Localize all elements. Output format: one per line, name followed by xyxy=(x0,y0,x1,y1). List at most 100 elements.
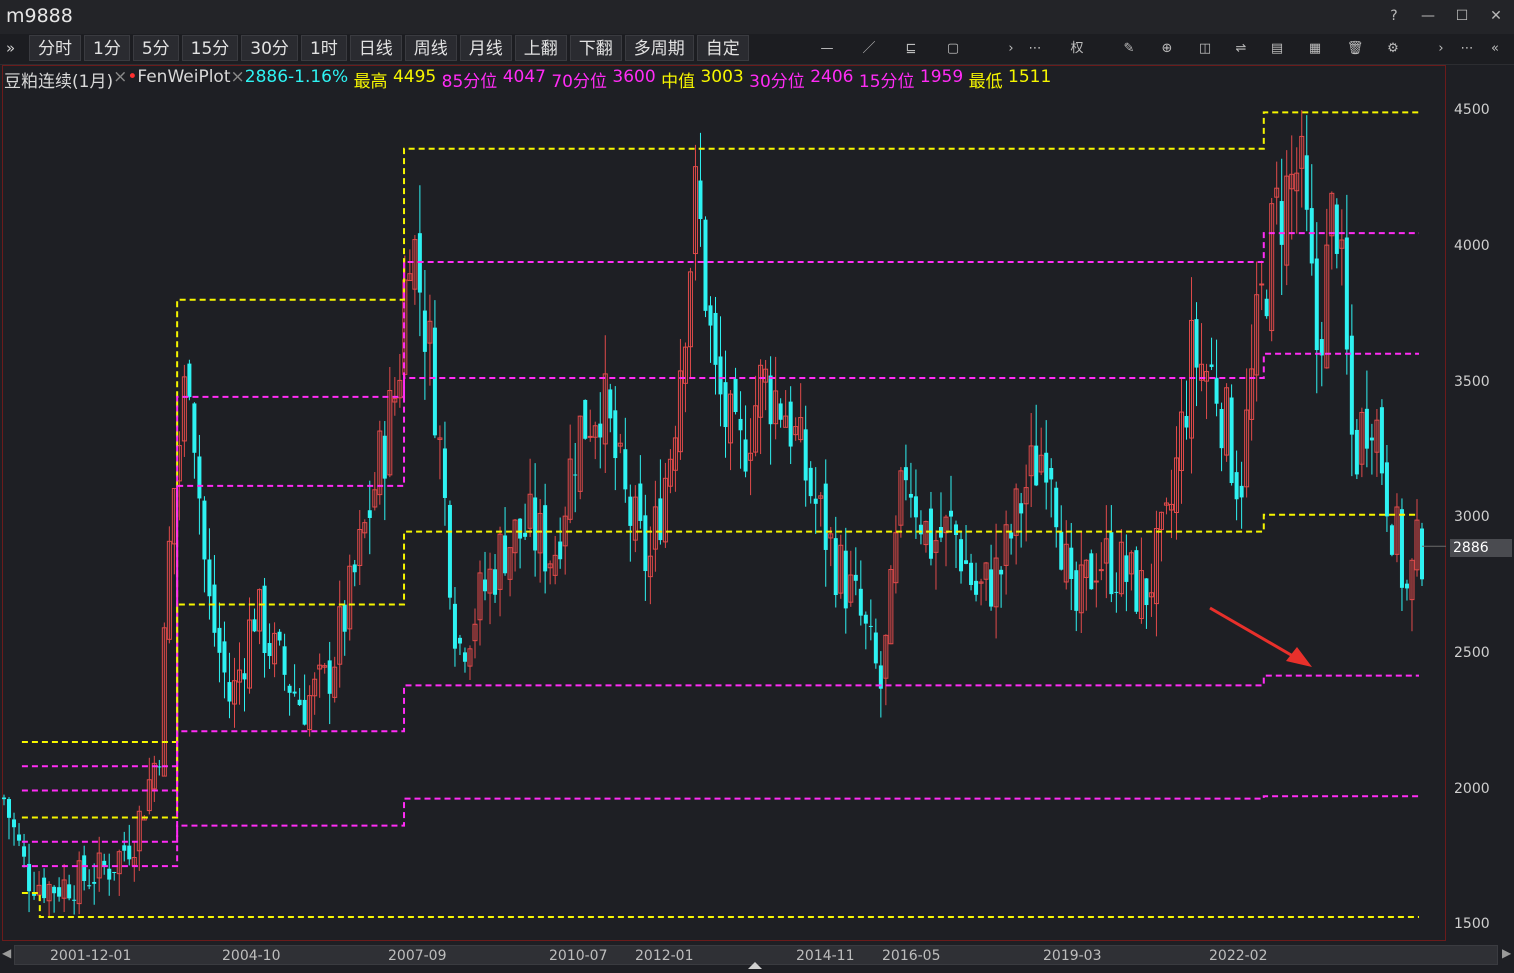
period-button-15min[interactable]: 15分 xyxy=(181,35,239,61)
window-controls: ? — ☐ ✕ xyxy=(1384,6,1506,26)
candle-body-down xyxy=(873,632,878,664)
candle-body-down xyxy=(242,673,247,680)
period-button-1hour[interactable]: 1时 xyxy=(300,35,347,61)
candle-body-down xyxy=(908,493,913,498)
candle-body-up xyxy=(1259,283,1265,286)
candle-body-down xyxy=(192,403,197,453)
close-indicator-icon[interactable]: × xyxy=(231,67,245,89)
candle-body-down xyxy=(1309,208,1314,264)
more-icon[interactable]: ⋯ xyxy=(1456,38,1478,60)
candle-body-down xyxy=(868,625,873,627)
candle-body-down xyxy=(803,429,808,481)
candle-body-down xyxy=(157,766,162,768)
candle-body-down xyxy=(1114,591,1119,593)
calculator-icon[interactable]: ▤ xyxy=(1266,38,1288,60)
candle-body-down xyxy=(1399,509,1404,588)
candle-body-down xyxy=(778,403,783,420)
candle-body-down xyxy=(367,510,372,518)
help-icon[interactable]: ? xyxy=(1384,6,1404,26)
trend-line-icon[interactable]: ／ xyxy=(858,38,880,60)
candle-body-down xyxy=(442,448,447,498)
date-tick: 2019-03 xyxy=(1043,948,1102,964)
candle-body-down xyxy=(1074,570,1079,611)
candlestick-chart[interactable] xyxy=(2,65,1446,941)
period-button-5min[interactable]: 5分 xyxy=(132,35,179,61)
more-icon[interactable]: ⋯ xyxy=(1024,38,1046,60)
candle-body-down xyxy=(573,474,578,476)
chart-legend: 豆粕连续(1月) × • FenWeiPlot × 2886-1.16% 最高 … xyxy=(4,67,1051,92)
instrument-name[interactable]: 豆粕连续(1月) xyxy=(4,67,113,92)
max-label: 最高 xyxy=(353,72,388,92)
period-button-intraday[interactable]: 分时 xyxy=(29,35,81,61)
candle-body-down xyxy=(12,819,17,828)
period-button-daily[interactable]: 日线 xyxy=(349,35,402,61)
custom-period-button[interactable]: 自定 xyxy=(696,35,749,61)
maximize-icon[interactable]: ☐ xyxy=(1452,6,1472,26)
window-title: m9888 xyxy=(6,5,73,27)
median-label: 中值 xyxy=(661,72,696,92)
price-tick: 1500 xyxy=(1454,916,1490,932)
candle-body-down xyxy=(1059,531,1064,570)
percentile-line-最低 xyxy=(21,892,1420,919)
price-axis[interactable]: 4500 4000 3500 3000 2500 2000 1500 xyxy=(1448,65,1514,941)
chevron-right-icon[interactable]: › xyxy=(1000,38,1022,60)
close-instrument-icon[interactable]: × xyxy=(113,67,127,89)
candle-body-down xyxy=(1144,578,1149,606)
candle-body-down xyxy=(1069,547,1074,580)
layout-icon[interactable]: ▦ xyxy=(1304,38,1326,60)
collapse-icon[interactable]: « xyxy=(1484,38,1506,60)
page-up-button[interactable]: 上翻 xyxy=(514,35,567,61)
drawing-icon[interactable]: ⊑ xyxy=(900,38,922,60)
period-button-weekly[interactable]: 周线 xyxy=(404,35,457,61)
delete-icon[interactable]: 🗑 xyxy=(1344,38,1366,60)
page-down-button[interactable]: 下翻 xyxy=(569,35,622,61)
candle-body-up xyxy=(1093,580,1099,583)
window-icon[interactable]: ▢ xyxy=(942,38,964,60)
minimize-icon[interactable]: — xyxy=(1418,6,1438,26)
candle-body-down xyxy=(252,619,257,632)
candle-body-down xyxy=(843,550,848,609)
period-button-1min[interactable]: 1分 xyxy=(84,35,130,61)
date-tick: 2012-01 xyxy=(635,948,694,964)
adjust-icon[interactable]: ⇌ xyxy=(1230,38,1252,60)
scroll-left-icon[interactable]: ◀ xyxy=(2,946,11,960)
scroll-thumb-icon[interactable] xyxy=(748,962,762,969)
pen-icon[interactable]: ✎ xyxy=(1118,38,1140,60)
candle-body-down xyxy=(57,887,62,897)
candle-body-down xyxy=(768,375,773,425)
period-button-30min[interactable]: 30分 xyxy=(241,35,298,61)
candle-body-down xyxy=(1389,525,1394,555)
last-price-label: 2886 xyxy=(1450,539,1512,557)
horizontal-line-icon[interactable]: — xyxy=(816,38,838,60)
p85-value: 4047 xyxy=(502,67,546,87)
candle-body-down xyxy=(623,449,628,490)
candle-body-down xyxy=(262,585,267,654)
expand-icon[interactable]: » xyxy=(6,39,15,57)
candle-body-down xyxy=(833,538,838,596)
candle-body-down xyxy=(1229,397,1234,484)
candle-body-down xyxy=(1420,528,1424,580)
scroll-right-icon[interactable]: ▶ xyxy=(1502,946,1511,960)
price-tick: 3000 xyxy=(1454,509,1490,525)
rights-icon[interactable]: 权 xyxy=(1066,38,1088,60)
download-icon[interactable]: ⊕ xyxy=(1156,38,1178,60)
chevron-right-icon[interactable]: › xyxy=(1430,38,1452,60)
camera-icon[interactable]: ◫ xyxy=(1194,38,1216,60)
settings-icon[interactable]: ⚙ xyxy=(1382,38,1404,60)
multi-period-button[interactable]: 多周期 xyxy=(624,35,694,61)
candle-body-down xyxy=(327,660,332,694)
candle-body-down xyxy=(112,871,117,873)
candle-body-down xyxy=(1264,298,1269,317)
candle-body-down xyxy=(447,504,452,598)
candle-body-down xyxy=(723,382,728,428)
candle-body-down xyxy=(853,574,858,581)
period-toolbar: » 分时 1分 5分 15分 30分 1时 日线 周线 月线 上翻 下翻 多周期… xyxy=(0,34,1514,65)
indicator-name[interactable]: FenWeiPlot xyxy=(137,67,230,89)
period-button-monthly[interactable]: 月线 xyxy=(459,35,512,61)
indicator-dot-icon: • xyxy=(127,67,138,87)
candle-body-down xyxy=(17,834,22,841)
p70-label: 70分位 xyxy=(551,72,607,92)
candle-body-down xyxy=(1354,429,1359,475)
close-icon[interactable]: ✕ xyxy=(1486,6,1506,26)
candle-body-down xyxy=(52,886,57,894)
